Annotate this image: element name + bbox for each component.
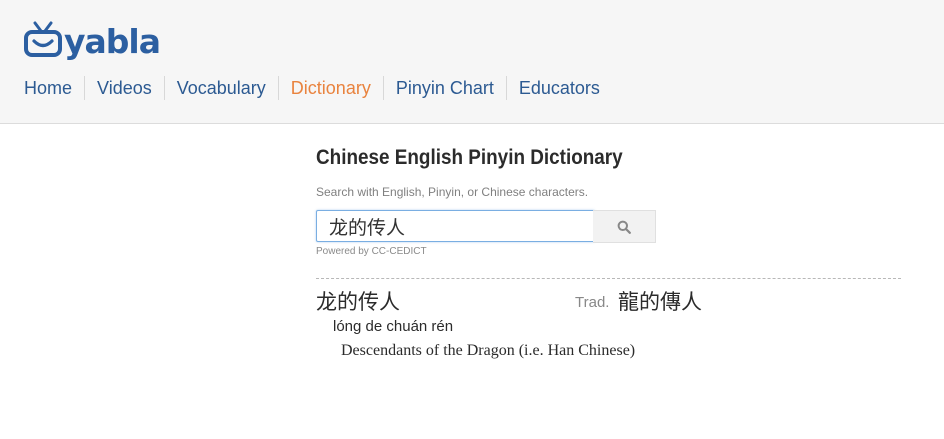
nav-item-pinyin-chart[interactable]: Pinyin Chart <box>382 76 506 100</box>
main-nav: Home Videos Vocabulary Dictionary Pinyin… <box>12 76 612 100</box>
search-hint: Search with English, Pinyin, or Chinese … <box>316 185 589 199</box>
nav-item-vocabulary[interactable]: Vocabulary <box>163 76 278 100</box>
entry-simplified: 龙的传人 <box>316 290 400 314</box>
nav-item-educators[interactable]: Educators <box>505 76 612 100</box>
page-title: Chinese English Pinyin Dictionary <box>316 146 623 169</box>
nav-item-home[interactable]: Home <box>12 76 84 100</box>
search-input[interactable] <box>316 210 595 242</box>
search-button[interactable] <box>593 210 656 243</box>
powered-by-cc-cedict: Powered by CC-CEDICT <box>316 246 427 257</box>
yabla-logo[interactable]: yabla <box>23 16 161 61</box>
entry-pinyin: lóng de chuán rén <box>333 318 454 335</box>
nav-item-videos[interactable]: Videos <box>84 76 164 100</box>
site-header: yabla Home Videos Vocabulary Dictionary … <box>0 0 944 124</box>
results-divider <box>316 278 901 279</box>
trad-label: Trad. <box>575 294 610 311</box>
entry-definition: Descendants of the Dragon (i.e. Han Chin… <box>341 342 636 359</box>
tv-icon <box>24 21 62 57</box>
nav-item-dictionary[interactable]: Dictionary <box>277 76 383 100</box>
search-icon <box>617 220 631 234</box>
logo-text: yabla <box>64 22 161 61</box>
entry-traditional: 龍的傳人 <box>618 290 702 314</box>
